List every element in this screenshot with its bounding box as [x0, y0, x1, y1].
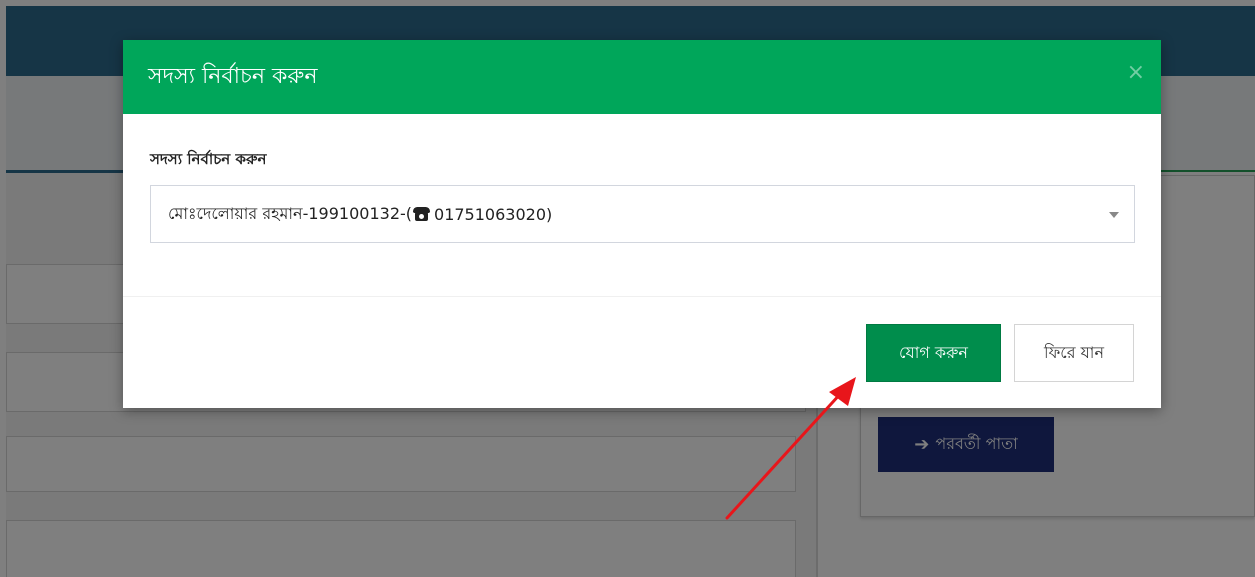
add-button[interactable]: যোগ করুন: [866, 324, 1001, 382]
member-select-value: মোঃদেলোয়ার রহমান-199100132-( 0175106302…: [168, 201, 552, 228]
close-icon[interactable]: ×: [1127, 62, 1145, 84]
member-select-label: সদস্য নির্বাচন করুন: [150, 150, 267, 168]
back-button[interactable]: ফিরে যান: [1014, 324, 1134, 382]
modal-header: সদস্য নির্বাচন করুন ×: [123, 40, 1161, 114]
modal-title: সদস্য নির্বাচন করুন: [148, 63, 318, 89]
chevron-down-icon[interactable]: [1109, 212, 1119, 218]
select-member-modal: সদস্য নির্বাচন করুন × সদস্য নির্বাচন করু…: [123, 40, 1161, 408]
selected-member-phone: 01751063020): [434, 204, 553, 224]
modal-footer-divider: [123, 296, 1161, 297]
member-select-dropdown[interactable]: মোঃদেলোয়ার রহমান-199100132-( 0175106302…: [150, 185, 1135, 243]
phone-icon: [413, 207, 431, 221]
selected-member-text: মোঃদেলোয়ার রহমান-199100132-(: [168, 203, 413, 223]
